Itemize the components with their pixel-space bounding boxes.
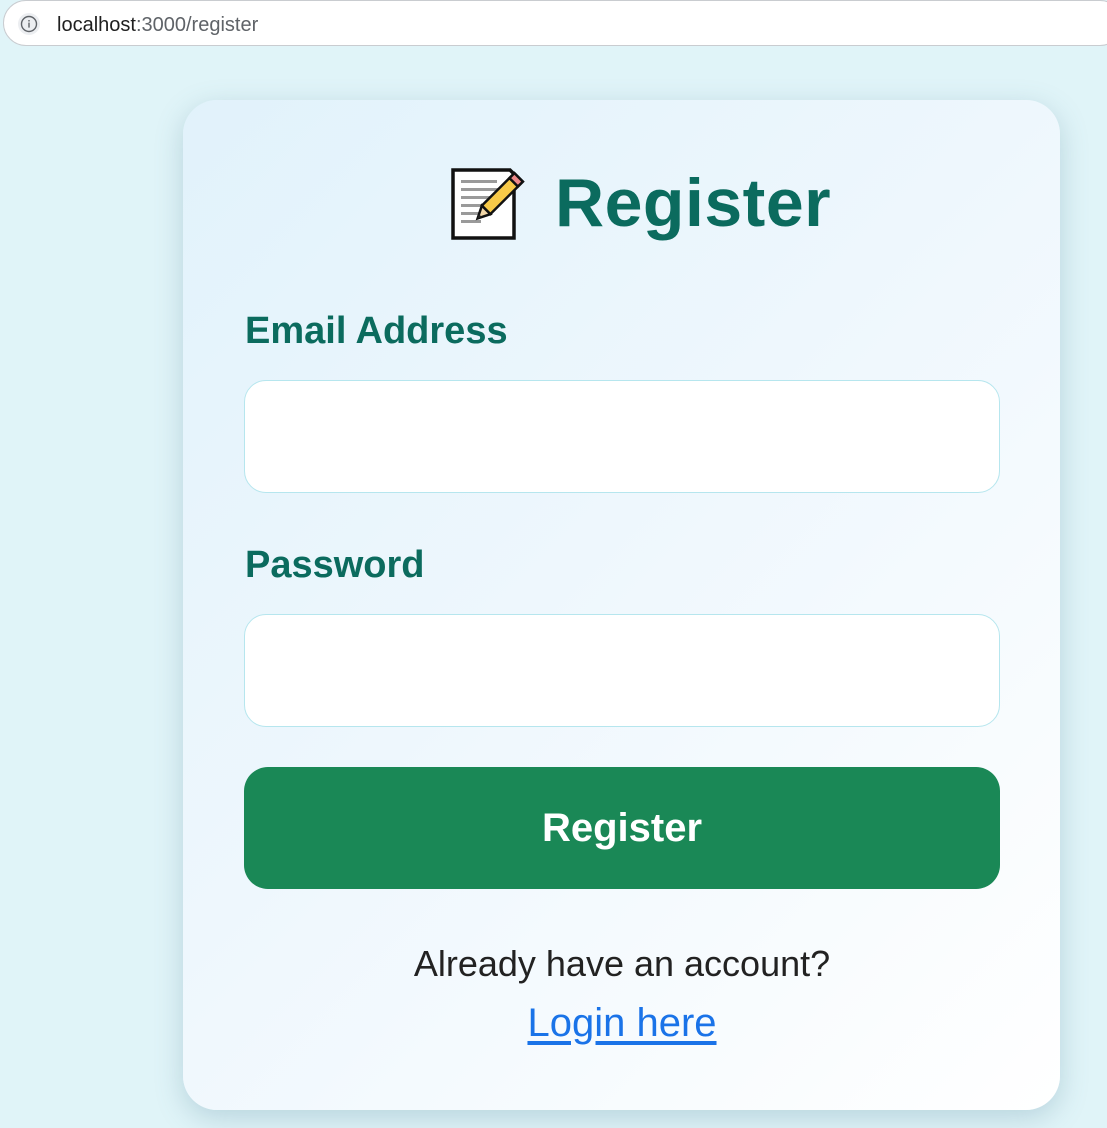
login-prompt: Already have an account? [413, 943, 831, 984]
browser-address-bar: localhost:3000/register [0, 0, 1107, 50]
password-label: Password [245, 544, 425, 586]
memo-icon [448, 164, 528, 244]
register-button[interactable]: Register [244, 767, 1000, 889]
login-link-container: Login here [0, 1000, 1107, 1046]
email-field[interactable] [244, 380, 1000, 493]
url-host: localhost [57, 14, 136, 36]
url-path: :3000/register [135, 14, 259, 36]
info-icon[interactable] [18, 13, 40, 35]
page-title: Register [555, 165, 832, 241]
password-field[interactable] [244, 614, 1000, 727]
url-text[interactable]: localhost:3000/register [57, 13, 258, 37]
email-label: Email Address [245, 310, 508, 352]
login-link[interactable]: Login here [527, 1001, 716, 1045]
url-bar[interactable]: localhost:3000/register [3, 0, 1107, 46]
